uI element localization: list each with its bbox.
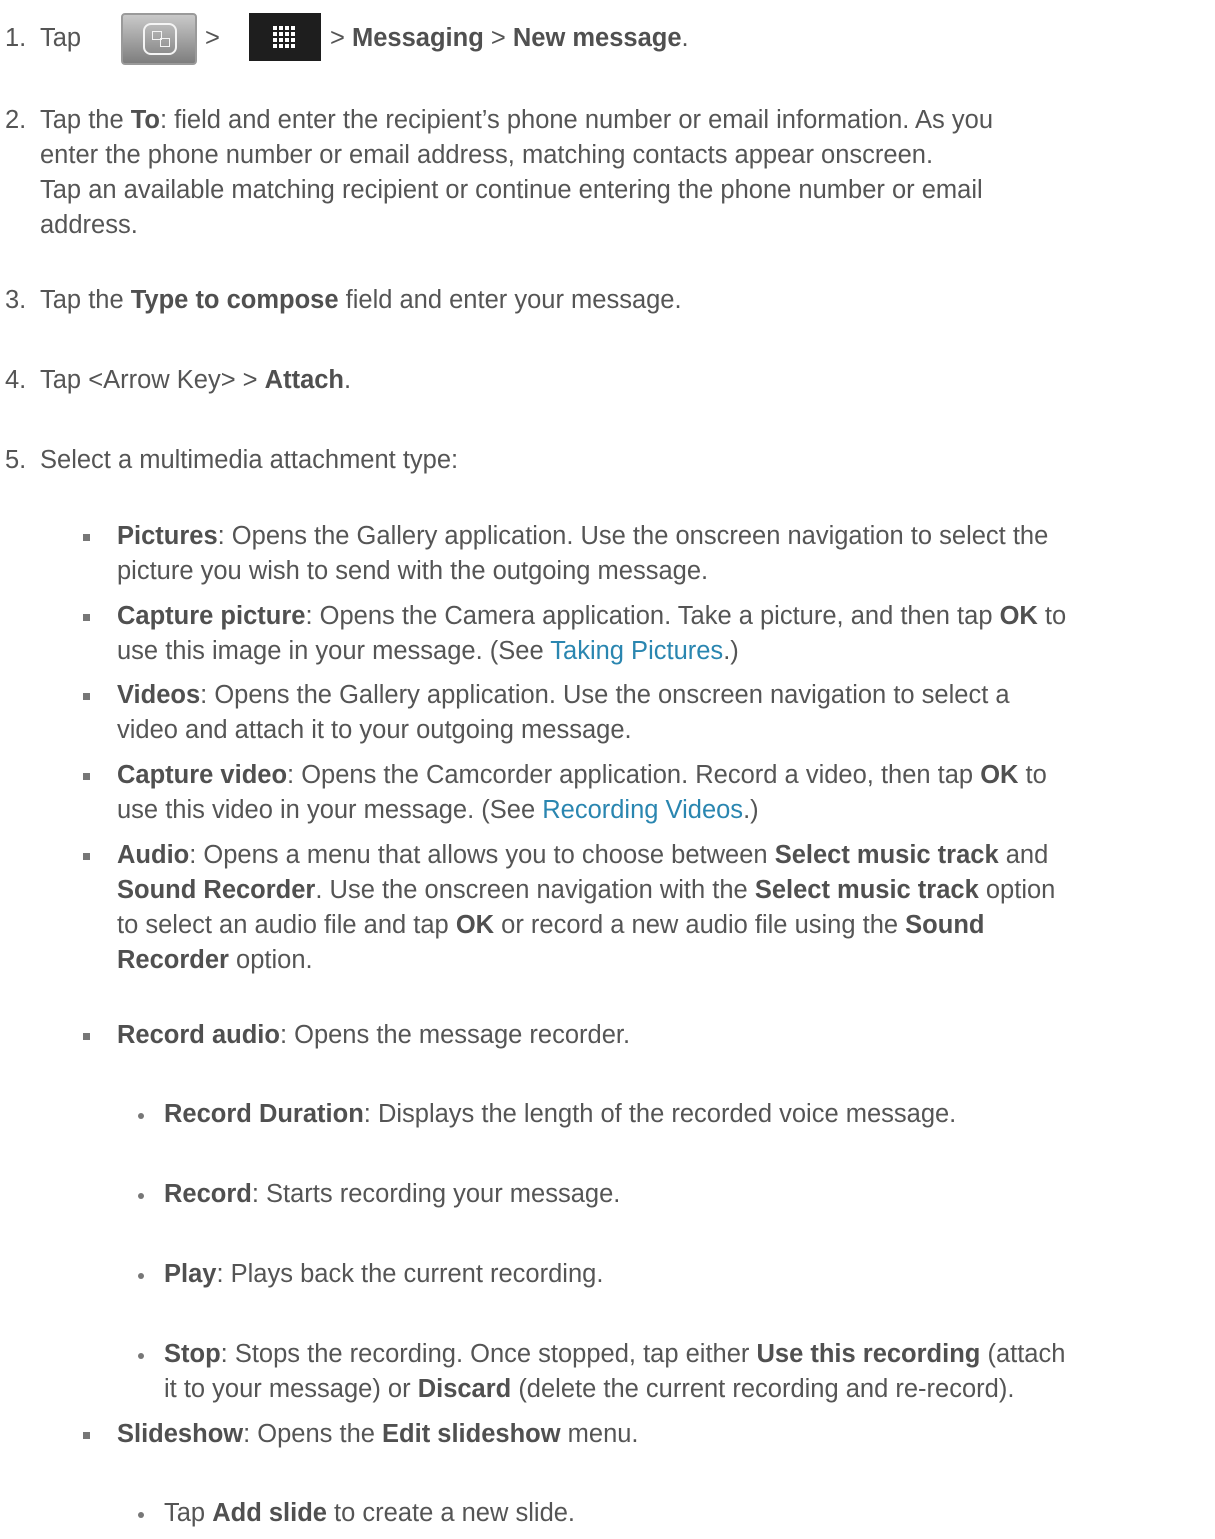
audio-line-2: Sound Recorder. Use the onscreen navigat… (117, 876, 1056, 904)
step-2-number: 2. (5, 106, 27, 134)
add-slide-line: Tap Add slide to create a new slide. (164, 1499, 576, 1527)
home-button-icon (121, 13, 197, 65)
bullet-square-icon (83, 534, 90, 541)
step-5-number: 5. (5, 446, 27, 474)
capture-video-line-2: use this video in your message. (See Rec… (117, 796, 759, 824)
step-4-text: Tap <Arrow Key> > Attach. (40, 366, 352, 394)
record-duration-line: Record Duration: Displays the length of … (164, 1100, 957, 1128)
step-1-gt: > (205, 24, 220, 52)
pictures-line-1: Pictures: Opens the Gallery application.… (117, 522, 1049, 550)
bullet-square-icon (83, 693, 90, 700)
step-2-line-3: Tap an available matching recipient or c… (40, 176, 983, 204)
bullet-dot-icon (138, 1113, 144, 1119)
step-1-text: > Messaging > New message. (330, 24, 689, 52)
capture-video-line-1: Capture video: Opens the Camcorder appli… (117, 761, 1047, 789)
bullet-square-icon (83, 1033, 90, 1040)
bullet-square-icon (83, 773, 90, 780)
bullet-dot-icon (138, 1353, 144, 1359)
bullet-square-icon (83, 1432, 90, 1439)
new-message-label: New message (512, 24, 682, 52)
step-1-number: 1. (5, 24, 27, 52)
record-audio-line: Record audio: Opens the message recorder… (117, 1021, 631, 1049)
capture-picture-line-1: Capture picture: Opens the Camera applic… (117, 602, 1067, 630)
slideshow-line: Slideshow: Opens the Edit slideshow menu… (117, 1420, 639, 1448)
stop-line-2: it to your message) or Discard (delete t… (164, 1375, 1015, 1403)
bullet-square-icon (83, 853, 90, 860)
step-2-line-4: address. (40, 211, 138, 239)
record-line: Record: Starts recording your message. (164, 1180, 621, 1208)
step-2-line-2: enter the phone number or email address,… (40, 141, 934, 169)
capture-picture-line-2: use this image in your message. (See Tak… (117, 637, 739, 665)
play-line: Play: Plays back the current recording. (164, 1260, 604, 1288)
videos-line-1: Videos: Opens the Gallery application. U… (117, 681, 1010, 709)
messaging-label: Messaging (351, 24, 484, 52)
audio-line-4: Recorder option. (117, 946, 313, 974)
stop-line-1: Stop: Stops the recording. Once stopped,… (164, 1340, 1066, 1368)
bullet-dot-icon (138, 1273, 144, 1279)
recording-videos-link[interactable]: Recording Videos (542, 796, 743, 824)
videos-line-2: video and attach it to your outgoing mes… (117, 716, 632, 744)
step-1-tap: Tap (40, 24, 82, 52)
bullet-dot-icon (138, 1512, 144, 1518)
bullet-square-icon (83, 614, 90, 621)
applications-grid-icon (249, 13, 321, 61)
pictures-line-2: picture you wish to send with the outgoi… (117, 557, 709, 585)
step-3-text: Tap the Type to compose field and enter … (40, 286, 682, 314)
step-2-line-1: Tap the To: field and enter the recipien… (40, 106, 994, 134)
document-page: 1. Tap > > Messaging > New message. 2. T… (0, 0, 1215, 1539)
taking-pictures-link[interactable]: Taking Pictures (550, 637, 723, 665)
step-4-number: 4. (5, 366, 27, 394)
audio-line-1: Audio: Opens a menu that allows you to c… (117, 841, 1049, 869)
audio-line-3: to select an audio file and tap OK or re… (117, 911, 985, 939)
step-5-text: Select a multimedia attachment type: (40, 446, 459, 474)
step-3-number: 3. (5, 286, 27, 314)
bullet-dot-icon (138, 1193, 144, 1199)
